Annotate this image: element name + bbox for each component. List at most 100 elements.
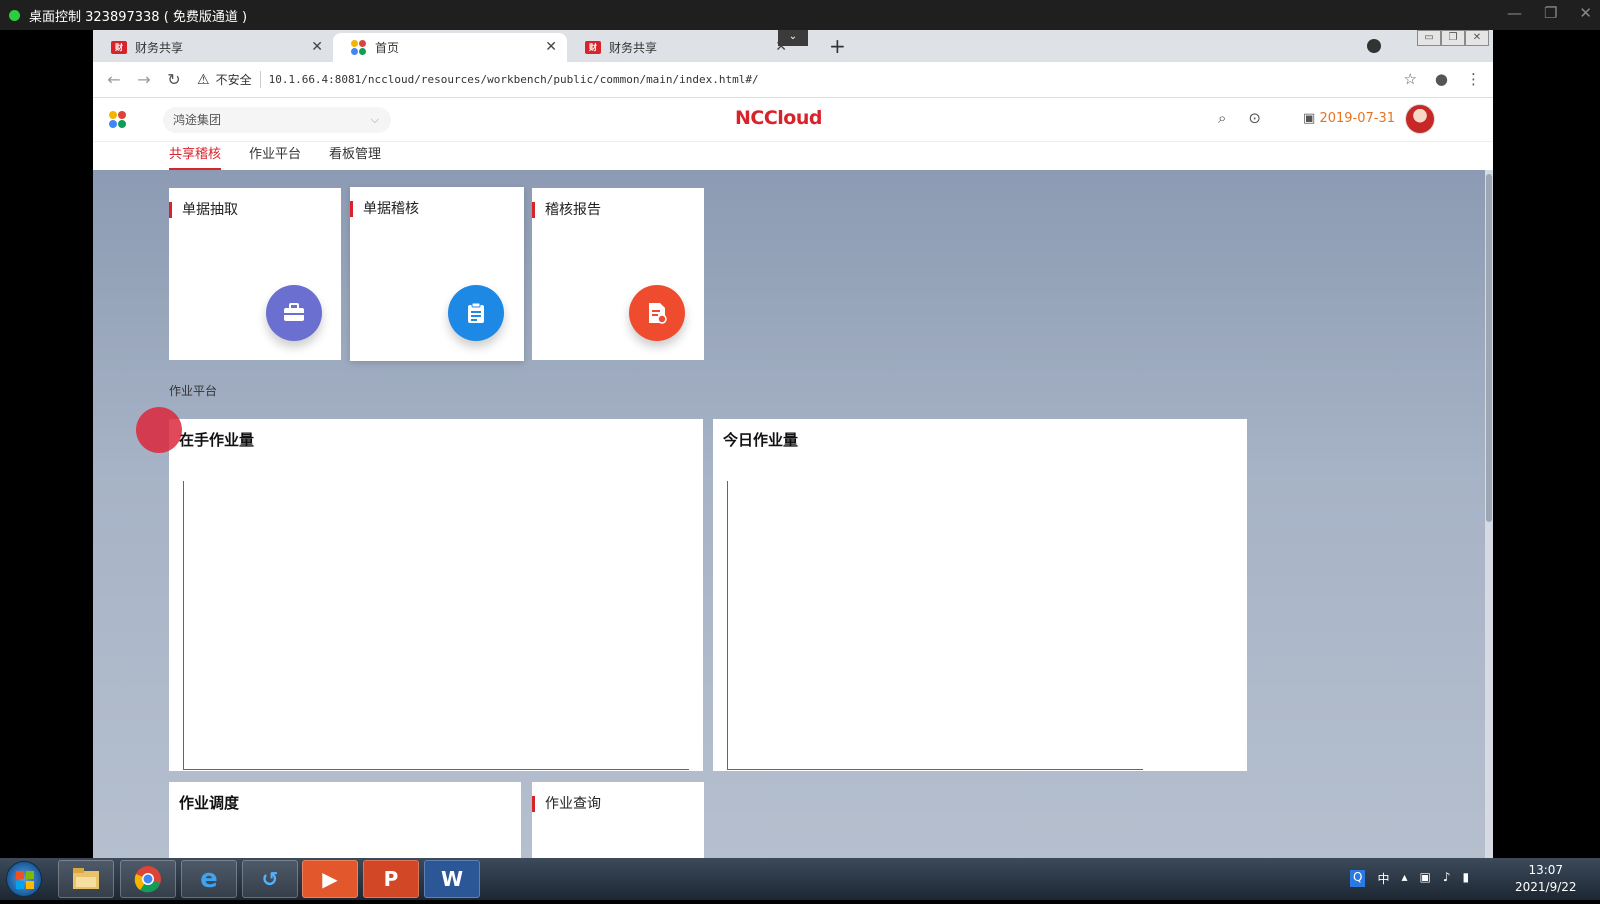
tab-home[interactable]: 首页 ✕ (333, 33, 567, 62)
taskbar: e ↺ ▶ P W Q 中 ▴ ▣ ♪ ▮ 13:07 2021/9/22 (0, 858, 1600, 900)
scrollbar[interactable] (1485, 170, 1493, 858)
tile-audit-report[interactable]: 稽核报告 (532, 188, 704, 360)
calendar-icon: ▣ (1303, 111, 1316, 126)
url-text[interactable]: 10.1.66.4:8081/nccloud/resources/workben… (269, 73, 759, 86)
report-icon (629, 285, 685, 341)
finance-favicon-icon: 财 (585, 41, 601, 54)
tile-title: 单据稽核 (350, 201, 419, 217)
tab-dropdown-icon[interactable]: ⌄ (778, 30, 808, 46)
panel-title: 今日作业量 (723, 431, 799, 449)
address-bar[interactable]: ⚠ 不安全 10.1.66.4:8081/nccloud/resources/w… (197, 71, 759, 88)
internet-explorer-icon[interactable]: e (181, 860, 237, 898)
chart-y-axis (727, 481, 728, 769)
tab-finance-share-1[interactable]: 财 财务共享 ✕ (93, 33, 333, 62)
clipboard-icon (448, 285, 504, 341)
tile-title: 作业查询 (532, 796, 601, 812)
finance-favicon-icon: 财 (111, 41, 127, 54)
app-tabs: 共享稽核 作业平台 看板管理 (93, 142, 1493, 170)
tab-label: 财务共享 (609, 41, 658, 55)
tab-finance-share-2[interactable]: 财 财务共享 ✕ (567, 33, 797, 62)
system-tray: Q 中 ▴ ▣ ♪ ▮ (1350, 870, 1469, 887)
header-icons: ⌕ ⊙ (1218, 109, 1261, 127)
chevron-down-icon: ⌵ (370, 113, 379, 126)
search-icon[interactable]: ⌕ (1218, 109, 1226, 127)
chart-x-axis (183, 769, 689, 770)
ime-q-icon[interactable]: Q (1350, 870, 1366, 887)
clock-time: 13:07 (1528, 863, 1564, 877)
org-name: 鸿途集团 (173, 113, 222, 127)
bookmark-star-icon[interactable]: ☆ (1403, 70, 1416, 88)
volume-icon[interactable]: ♪ (1443, 870, 1451, 887)
org-selector[interactable]: 鸿途集团 ⌵ (163, 107, 391, 133)
remote-desktop-titlebar: 桌面控制 323897338 ( 免费版通道 ) — ❐ ✕ (0, 0, 1600, 30)
new-tab-button[interactable]: + (829, 34, 846, 58)
back-icon[interactable]: ← (99, 70, 129, 89)
browser-close-button[interactable]: ✕ (1465, 30, 1489, 46)
tile-job-query[interactable]: 作业查询 (532, 782, 704, 858)
minimize-button[interactable]: — (1507, 4, 1522, 22)
tile-document-extraction[interactable]: 单据抽取 (169, 188, 341, 360)
tab-label: 财务共享 (135, 41, 184, 55)
tab-strip: 财 财务共享 ✕ 首页 ✕ 财 财务共享 ✕ ⌄ + ▭ ❐ ✕ (93, 30, 1493, 62)
workbench: 单据抽取 单据稽核 稽核报告 作业平台 在手作业量 今日作业量 作业调度 作业查… (93, 170, 1493, 858)
tab-work-platform[interactable]: 作业平台 (249, 142, 301, 170)
browser-restore-button[interactable]: ❐ (1441, 30, 1465, 46)
profile-indicator-icon[interactable] (1367, 39, 1381, 53)
pointer-highlight (136, 407, 182, 453)
business-date[interactable]: ▣ 2019-07-31 (1303, 111, 1395, 126)
tile-title: 单据抽取 (169, 202, 238, 218)
windows-logo-icon (16, 871, 34, 889)
toolbar-actions: ☆ ● ⋮ (1403, 70, 1481, 88)
scrollbar-thumb[interactable] (1486, 174, 1492, 522)
panel-title: 作业调度 (179, 794, 240, 812)
tray-expand-icon[interactable]: ▴ (1401, 870, 1407, 887)
panel-today-workload: 今日作业量 (713, 419, 1247, 771)
connection-status-icon (9, 9, 20, 21)
chrome-icon[interactable] (120, 860, 176, 898)
chart-y-axis (183, 481, 184, 769)
word-icon[interactable]: W (424, 860, 480, 898)
tile-document-audit[interactable]: 单据稽核 (350, 187, 524, 361)
account-icon[interactable]: ● (1435, 70, 1448, 88)
browser-toolbar: ← → ↻ ⚠ 不安全 10.1.66.4:8081/nccloud/resou… (93, 62, 1493, 98)
video-player-icon[interactable]: ▶ (302, 860, 358, 898)
remote-desktop-title: 桌面控制 323897338 ( 免费版通道 ) (29, 9, 248, 25)
warning-icon: ⚠ (197, 71, 210, 88)
powerpoint-icon[interactable]: P (363, 860, 419, 898)
remote-app-icon[interactable]: ↺ (242, 860, 298, 898)
tab-label: 首页 (375, 41, 400, 55)
brand-logo: NCCloud (735, 107, 822, 129)
section-label-work-platform: 作业平台 (169, 384, 218, 398)
panel-in-hand-workload: 在手作业量 (169, 419, 703, 771)
browser-window-controls: ▭ ❐ ✕ (1417, 30, 1489, 46)
panel-job-dispatch[interactable]: 作业调度 (169, 782, 521, 858)
insecure-label: 不安全 (216, 71, 261, 88)
chart-x-axis (727, 769, 1143, 770)
browser-minimize-button[interactable]: ▭ (1417, 30, 1441, 46)
system-clock[interactable]: 13:07 2021/9/22 (1515, 862, 1577, 896)
menu-kebab-icon[interactable]: ⋮ (1466, 70, 1481, 88)
close-tab-icon[interactable]: ✕ (545, 39, 557, 55)
ime-language[interactable]: 中 (1377, 870, 1389, 887)
tab-shared-audit[interactable]: 共享稽核 (169, 142, 222, 170)
close-tab-icon[interactable]: ✕ (311, 39, 323, 55)
reload-icon[interactable]: ↻ (159, 70, 189, 89)
clock-date: 2021/9/22 (1515, 880, 1577, 894)
signal-icon[interactable]: ▮ (1463, 870, 1470, 887)
tab-dashboard-management[interactable]: 看板管理 (329, 142, 381, 170)
app-logo-icon[interactable] (109, 111, 127, 129)
file-explorer-icon[interactable] (58, 860, 114, 898)
remote-window-controls: — ❐ ✕ (1507, 4, 1592, 22)
network-icon[interactable]: ▣ (1420, 870, 1431, 887)
panel-title: 在手作业量 (179, 431, 255, 449)
date-value: 2019-07-31 (1319, 111, 1395, 126)
start-button[interactable] (6, 861, 42, 897)
avatar[interactable] (1405, 104, 1435, 134)
play-circle-icon[interactable]: ⊙ (1248, 109, 1261, 127)
close-button[interactable]: ✕ (1579, 4, 1592, 22)
tile-title: 稽核报告 (532, 202, 601, 218)
restore-button[interactable]: ❐ (1544, 4, 1557, 22)
nccloud-favicon-icon (351, 39, 367, 56)
browser-window: 财 财务共享 ✕ 首页 ✕ 财 财务共享 ✕ ⌄ + ▭ ❐ ✕ ← → ↻ ⚠… (93, 30, 1493, 858)
forward-icon[interactable]: → (129, 70, 159, 89)
